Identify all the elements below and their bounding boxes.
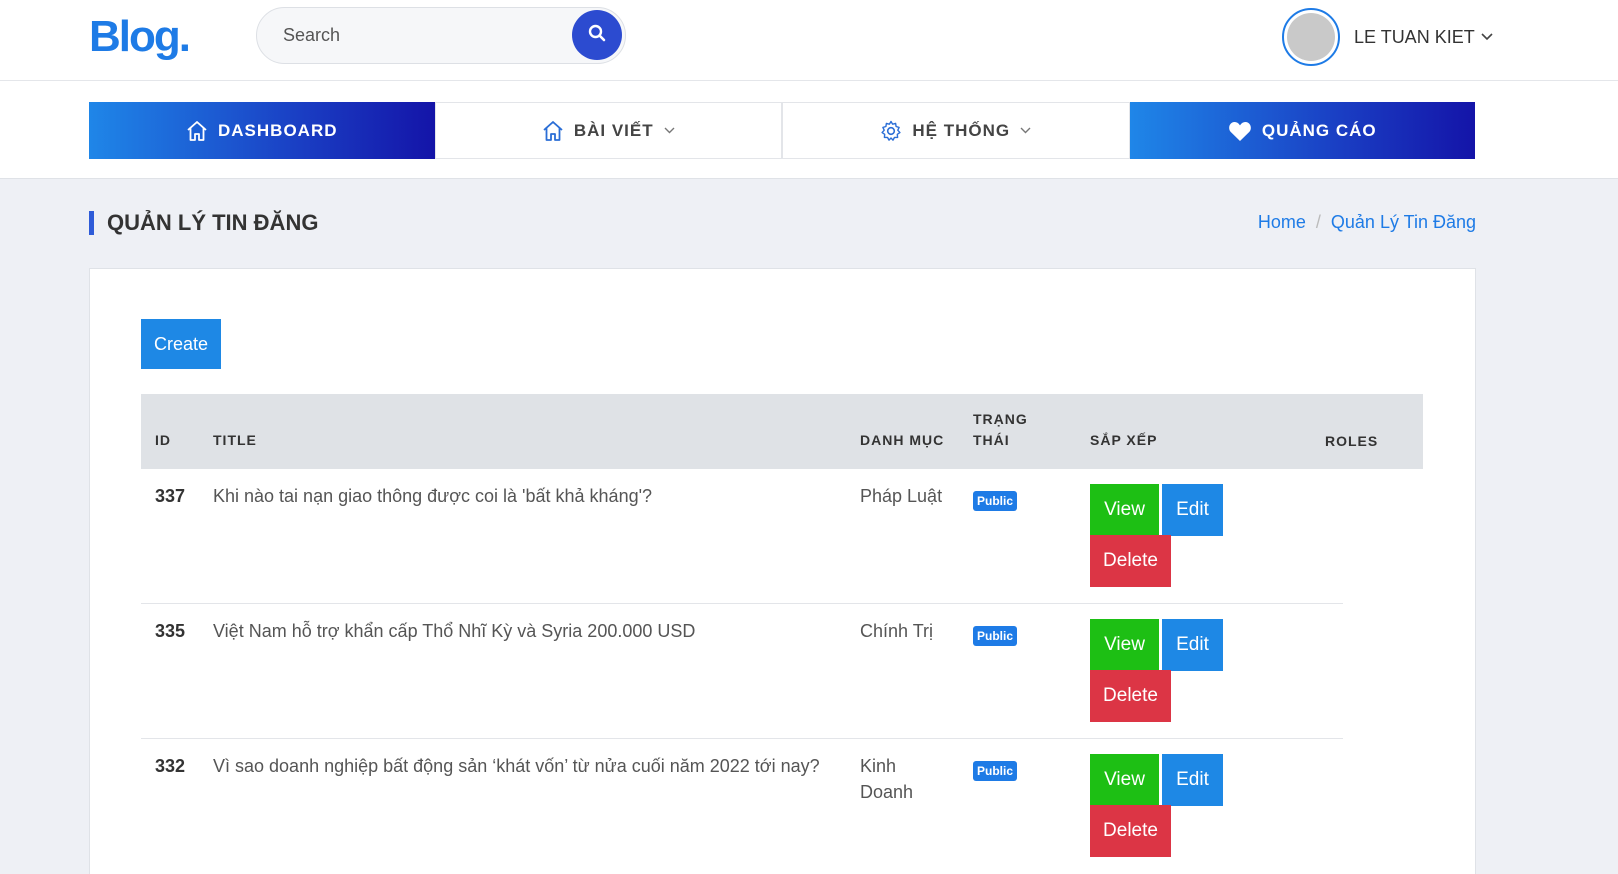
breadcrumb: Home / Quản Lý Tin Đăng (1258, 212, 1476, 233)
search-bar (256, 7, 626, 64)
column-header-status-line1: TRẠNG (973, 411, 1028, 427)
top-header: Blog. LE TUAN KIET (0, 0, 1618, 81)
column-header-category: DANH MỤC (860, 432, 945, 448)
search-input[interactable] (283, 8, 553, 63)
row-id: 337 (155, 486, 186, 506)
row-title: Vì sao doanh nghiệp bất động sản ‘khát v… (213, 756, 820, 776)
row-category: Pháp Luật (860, 486, 943, 506)
column-header-title: TITLE (213, 432, 257, 448)
nav-bai-viet-label: BÀI VIẾT (573, 120, 654, 140)
column-header-status-line2: THÁI (973, 432, 1010, 448)
table-row: 332 Vì sao doanh nghiệp bất động sản ‘kh… (141, 739, 1343, 874)
delete-button[interactable]: Delete (1090, 670, 1171, 722)
home-icon (186, 120, 208, 142)
breadcrumb-home[interactable]: Home (1258, 212, 1306, 232)
column-header-id: ID (155, 432, 171, 448)
edit-button[interactable]: Edit (1162, 484, 1223, 536)
column-header-roles: ROLES (1325, 433, 1379, 449)
status-badge: Public (973, 491, 1018, 511)
view-button[interactable]: View (1090, 484, 1159, 536)
logo[interactable]: Blog. (89, 12, 191, 62)
delete-button[interactable]: Delete (1090, 535, 1171, 587)
nav-he-thong-label: HỆ THỐNG (912, 120, 1011, 140)
nav-dashboard[interactable]: DASHBOARD (89, 102, 435, 159)
status-badge: Public (973, 761, 1018, 781)
home-icon (542, 120, 564, 142)
content-card: Create ID TITLE DANH MỤC TRẠNG THÁI SẮP … (89, 268, 1476, 874)
nav-he-thong[interactable]: HỆ THỐNG (782, 102, 1130, 159)
search-icon (588, 24, 606, 47)
column-header-status: TRẠNG THÁI (973, 409, 1028, 451)
view-button[interactable]: View (1090, 754, 1159, 806)
row-id: 335 (155, 621, 186, 641)
avatar (1282, 8, 1340, 66)
table-header: ID TITLE DANH MỤC TRẠNG THÁI SẮP XẾP ROL… (141, 394, 1423, 469)
page-title: QUẢN LÝ TIN ĐĂNG (89, 211, 318, 235)
search-button[interactable] (572, 10, 622, 60)
chevron-down-icon (1020, 127, 1031, 134)
row-category: Kinh Doanh (860, 756, 914, 802)
table-row: 335 Việt Nam hỗ trợ khẩn cấp Thổ Nhĩ Kỳ … (141, 604, 1343, 739)
table-row: 337 Khi nào tai nạn giao thông được coi … (141, 469, 1343, 604)
user-menu[interactable]: LE TUAN KIET (1282, 8, 1493, 66)
nav-quang-cao-label: QUẢNG CÁO (1261, 120, 1377, 140)
main-nav: DASHBOARD BÀI VIẾT HỆ THỐNG QUẢNG CÁO (89, 102, 1475, 159)
row-id: 332 (155, 756, 186, 776)
breadcrumb-current[interactable]: Quản Lý Tin Đăng (1331, 212, 1476, 232)
edit-button[interactable]: Edit (1162, 619, 1223, 671)
row-category: Chính Trị (860, 621, 934, 641)
chevron-down-icon (664, 127, 675, 134)
breadcrumb-separator: / (1315, 212, 1321, 232)
status-badge: Public (973, 626, 1018, 646)
nav-bai-viet[interactable]: BÀI VIẾT (434, 102, 782, 159)
user-name: LE TUAN KIET (1354, 26, 1475, 47)
nav-dashboard-label: DASHBOARD (218, 120, 338, 140)
row-title: Khi nào tai nạn giao thông được coi là '… (213, 486, 653, 506)
chevron-down-icon (1481, 28, 1493, 46)
heart-icon (1228, 120, 1252, 142)
main-nav-bar: DASHBOARD BÀI VIẾT HỆ THỐNG QUẢNG CÁO (0, 81, 1618, 179)
row-title: Việt Nam hỗ trợ khẩn cấp Thổ Nhĩ Kỳ và S… (213, 621, 696, 641)
view-button[interactable]: View (1090, 619, 1159, 671)
gear-icon (880, 120, 902, 142)
nav-quang-cao[interactable]: QUẢNG CÁO (1129, 102, 1475, 159)
delete-button[interactable]: Delete (1090, 805, 1171, 857)
column-header-sort: SẮP XẾP (1090, 432, 1158, 448)
create-button[interactable]: Create (141, 319, 221, 369)
edit-button[interactable]: Edit (1162, 754, 1223, 806)
